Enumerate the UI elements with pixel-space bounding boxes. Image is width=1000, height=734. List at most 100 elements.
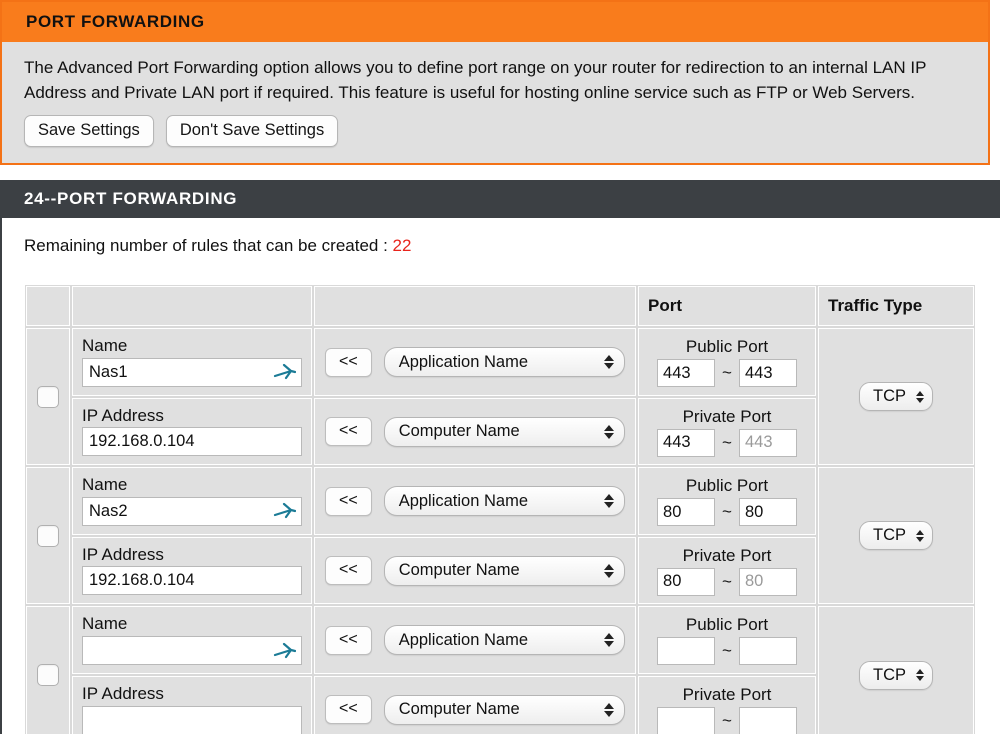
rule-2-application-name-select[interactable]: Application Name bbox=[383, 486, 625, 517]
save-settings-button[interactable]: Save Settings bbox=[24, 115, 154, 148]
rule-2-public-port-tilde: ~ bbox=[722, 502, 732, 522]
header-cell-port: Port bbox=[637, 285, 817, 328]
rule-3-traffic-type-value: TCP bbox=[873, 665, 906, 684]
rule-3-public-port-tilde: ~ bbox=[722, 641, 732, 661]
rule-3-copy-app-button[interactable]: << bbox=[325, 625, 372, 655]
rule-3-traffic-type-select[interactable]: TCP bbox=[859, 660, 933, 690]
rule-1-public-port-start[interactable] bbox=[657, 359, 716, 388]
remaining-rules-label: Remaining number of rules that can be cr… bbox=[24, 236, 393, 256]
rule-1-private-port-label: Private Port bbox=[682, 406, 772, 426]
rule-2-public-port-start[interactable] bbox=[657, 498, 716, 527]
rule-3-public-port-label: Public Port bbox=[685, 615, 769, 635]
chevron-updown-icon bbox=[604, 633, 614, 648]
rule-3-copy-computer-button[interactable]: << bbox=[325, 695, 372, 725]
rule-3-private-port-cell: Private Port ~ bbox=[637, 675, 817, 734]
rule-1-public-port-label: Public Port bbox=[685, 337, 769, 357]
rule-1-computer-name-select-value: Computer Name bbox=[398, 422, 520, 441]
rule-3-app-picker-cell: << Application Name bbox=[313, 605, 637, 676]
rules-header-bar: 24--PORT FORWARDING bbox=[2, 180, 1000, 219]
table-body: Name << Application Name Public Port ~ bbox=[25, 327, 975, 734]
rule-3-enable-checkbox[interactable] bbox=[37, 664, 59, 687]
rule-2-public-port-cell: Public Port ~ bbox=[637, 466, 817, 536]
rule-1-copy-app-button[interactable]: << bbox=[325, 347, 372, 377]
intro-header-bar: PORT FORWARDING bbox=[2, 2, 988, 42]
header-label-port: Port bbox=[648, 296, 682, 316]
rule-3-private-port-end[interactable] bbox=[738, 706, 797, 734]
rule-3-public-port-start[interactable] bbox=[657, 637, 716, 666]
rule-2-public-port-end[interactable] bbox=[738, 498, 797, 527]
intro-button-row: Save Settings Don't Save Settings bbox=[24, 115, 966, 148]
table-header: Port Traffic Type bbox=[25, 285, 975, 328]
rule-3-ip-input[interactable] bbox=[82, 705, 302, 734]
rule-2-copy-computer-button[interactable]: << bbox=[325, 556, 372, 586]
chevron-updown-icon bbox=[916, 529, 924, 542]
rule-3-traffic-type-cell: TCP bbox=[817, 605, 975, 734]
rule-2-name-input[interactable] bbox=[82, 496, 302, 526]
rule-2-private-port-cell: Private Port ~ bbox=[637, 535, 817, 606]
table-row: Name << Application Name Public Port ~ bbox=[25, 605, 975, 734]
rule-3-name-input[interactable] bbox=[82, 636, 302, 666]
rule-2-private-port-end[interactable] bbox=[738, 567, 797, 596]
rule-1-name-input[interactable] bbox=[82, 357, 302, 387]
chevron-updown-icon bbox=[604, 702, 614, 717]
rule-1-private-port-end[interactable] bbox=[738, 428, 797, 457]
rule-3-name-label: Name bbox=[82, 614, 128, 634]
port-forwarding-intro-panel: PORT FORWARDING The Advanced Port Forwar… bbox=[0, 0, 990, 166]
rule-3-ip-cell: IP Address bbox=[71, 675, 313, 734]
rule-3-computer-name-select[interactable]: Computer Name bbox=[383, 694, 625, 725]
rule-3-public-port-end[interactable] bbox=[738, 637, 797, 666]
rule-2-computer-picker-cell: << Computer Name bbox=[313, 535, 637, 606]
rule-1-ip-cell: IP Address bbox=[71, 396, 313, 467]
rule-2-private-port-tilde: ~ bbox=[722, 571, 732, 591]
header-cell-traffic-type: Traffic Type bbox=[817, 285, 975, 328]
rule-2-enable-cell bbox=[25, 466, 71, 606]
chevron-updown-icon bbox=[604, 355, 614, 370]
rule-2-computer-name-select[interactable]: Computer Name bbox=[383, 555, 625, 586]
rule-3-application-name-select-value: Application Name bbox=[398, 630, 529, 649]
chevron-updown-icon bbox=[916, 390, 924, 403]
rule-3-application-name-select[interactable]: Application Name bbox=[383, 625, 625, 656]
rule-2-private-port-start[interactable] bbox=[657, 567, 716, 596]
rule-2-ip-label: IP Address bbox=[82, 544, 164, 564]
intro-description: The Advanced Port Forwarding option allo… bbox=[24, 58, 927, 102]
dont-save-settings-button[interactable]: Don't Save Settings bbox=[165, 115, 339, 148]
rule-2-name-label: Name bbox=[82, 475, 128, 495]
rule-1-enable-cell bbox=[25, 327, 71, 467]
rule-3-private-port-start[interactable] bbox=[657, 706, 716, 734]
rule-2-computer-name-select-value: Computer Name bbox=[398, 561, 520, 580]
rule-2-ip-input[interactable] bbox=[82, 566, 302, 596]
port-forwarding-rules-panel: 24--PORT FORWARDING Remaining number of … bbox=[0, 180, 1000, 734]
rule-1-copy-computer-button[interactable]: << bbox=[325, 417, 372, 447]
rule-2-app-picker-cell: << Application Name bbox=[313, 466, 637, 536]
rule-3-computer-name-select-value: Computer Name bbox=[398, 700, 520, 719]
rules-body: Remaining number of rules that can be cr… bbox=[2, 218, 1000, 734]
rule-3-private-port-tilde: ~ bbox=[722, 710, 732, 730]
rule-2-enable-checkbox[interactable] bbox=[37, 524, 59, 547]
rule-1-ip-input[interactable] bbox=[82, 427, 302, 457]
rule-3-public-port-cell: Public Port ~ bbox=[637, 605, 817, 676]
rule-2-traffic-type-value: TCP bbox=[873, 526, 906, 545]
chevron-updown-icon bbox=[916, 669, 924, 682]
rule-3-ip-label: IP Address bbox=[82, 684, 164, 704]
header-cell-name bbox=[71, 285, 313, 328]
rule-1-traffic-type-select[interactable]: TCP bbox=[859, 382, 933, 412]
rule-3-name-wrap bbox=[82, 636, 302, 666]
rule-1-public-port-cell: Public Port ~ bbox=[637, 327, 817, 397]
rule-1-application-name-select[interactable]: Application Name bbox=[383, 347, 625, 378]
header-label-traffic-type: Traffic Type bbox=[828, 296, 923, 316]
rule-2-copy-app-button[interactable]: << bbox=[325, 486, 372, 516]
rule-1-ip-label: IP Address bbox=[82, 405, 164, 425]
rules-section-title: 24--PORT FORWARDING bbox=[24, 189, 238, 209]
rule-1-private-port-start[interactable] bbox=[657, 428, 716, 457]
chevron-updown-icon bbox=[604, 424, 614, 439]
rule-2-name-wrap bbox=[82, 496, 302, 526]
header-cell-checkbox bbox=[25, 285, 71, 328]
rule-1-name-wrap bbox=[82, 357, 302, 387]
rule-2-traffic-type-select[interactable]: TCP bbox=[859, 521, 933, 551]
rule-1-computer-name-select[interactable]: Computer Name bbox=[383, 416, 625, 447]
rule-1-public-port-end[interactable] bbox=[738, 359, 797, 388]
rule-1-name-cell: Name bbox=[71, 327, 313, 397]
rule-2-name-cell: Name bbox=[71, 466, 313, 536]
header-cell-picker bbox=[313, 285, 637, 328]
rule-1-enable-checkbox[interactable] bbox=[37, 385, 59, 408]
